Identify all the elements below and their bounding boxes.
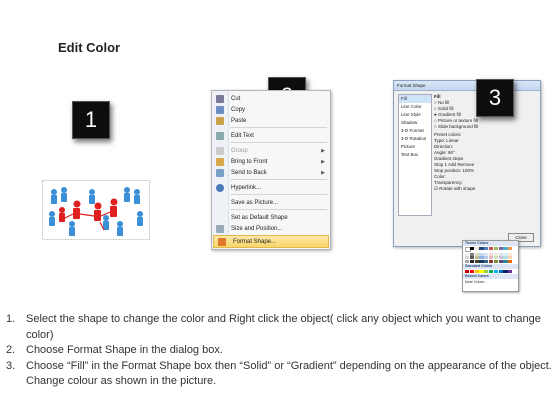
option-label: Slide background fill — [437, 124, 479, 129]
menu-item-label: Copy — [231, 106, 246, 113]
format-shape-icon — [218, 237, 226, 246]
size-position-icon — [216, 224, 224, 233]
option-label: Picture or texture fill — [437, 118, 478, 123]
menu-separator — [230, 142, 327, 143]
field-label: Preset colors: — [434, 132, 462, 137]
instruction-text: Choose “Fill” in the Format Shape box th… — [26, 359, 552, 388]
nav-item-3d-rotation[interactable]: 3-D Rotation — [399, 135, 431, 143]
scissors-icon — [216, 94, 224, 103]
format-shape-dialog: Format Shape Fill Line Color Line Style … — [393, 80, 541, 247]
field-label: Rotate with shape — [439, 186, 476, 191]
paste-icon — [216, 116, 224, 125]
menu-separator — [230, 127, 327, 128]
menu-item-set-as-default-shape[interactable]: Set as Default Shape — [212, 212, 330, 223]
nav-item-fill[interactable]: Fill — [399, 95, 431, 103]
instruction-number: 2. — [6, 344, 16, 356]
remove-stop-button[interactable]: Remove — [457, 162, 474, 167]
step-badge-1: 1 — [72, 101, 110, 139]
menu-item-label: Edit Text — [231, 132, 254, 139]
dialog-title: Format Shape — [394, 81, 540, 91]
instructions-list: 1. Select the shape to change the color … — [6, 312, 554, 390]
instruction-number: 1. — [6, 313, 16, 325]
instruction-text: Select the shape to change the color and… — [26, 313, 541, 341]
menu-separator — [230, 194, 327, 195]
menu-item-cut[interactable]: Cut — [212, 93, 330, 104]
nav-item-text-box[interactable]: Text Box — [399, 151, 431, 159]
type-value: Linear — [446, 138, 459, 143]
field-label: Transparency: — [434, 180, 463, 185]
menu-item-save-as-picture[interactable]: Save as Picture... — [212, 197, 330, 208]
menu-item-label: Send to Back — [231, 169, 267, 176]
bring-to-front-icon — [216, 157, 224, 166]
submenu-arrow-icon: ▶ — [321, 158, 325, 165]
menu-item-format-shape[interactable]: Format Shape... — [213, 235, 329, 248]
menu-separator — [230, 179, 327, 180]
option-label: No fill — [437, 100, 450, 105]
field-label: Stop position: — [434, 168, 462, 173]
page-title: Edit Color — [58, 40, 121, 55]
copy-icon — [216, 105, 224, 114]
theme-colors-grid[interactable] — [463, 246, 518, 264]
people-group-image[interactable] — [42, 180, 150, 240]
menu-item-label: Paste — [231, 117, 247, 124]
field-label: Color: — [434, 174, 447, 179]
menu-item-bring-to-front[interactable]: Bring to Front ▶ — [212, 156, 330, 167]
instruction-item: 3. Choose “Fill” in the Format Shape box… — [6, 359, 554, 390]
nav-item-shadow[interactable]: Shadow — [399, 119, 431, 127]
menu-item-label: Set as Default Shape — [231, 214, 288, 221]
nav-item-3d-format[interactable]: 3-D Format — [399, 127, 431, 135]
nav-item-line-style[interactable]: Line Style — [399, 111, 431, 119]
stop-position-value: 100% — [462, 168, 475, 173]
menu-item-label: Group — [231, 147, 248, 154]
instruction-item: 1. Select the shape to change the color … — [6, 312, 554, 343]
menu-item-label: Bring to Front — [231, 158, 268, 165]
context-menu: Cut Copy Paste Edit Text Group ▶ Bring t… — [211, 90, 331, 250]
instruction-item: 2. Choose Format Shape in the dialog box… — [6, 343, 554, 359]
stop-value: Stop 1 — [434, 162, 448, 167]
instruction-number: 3. — [6, 359, 16, 372]
menu-item-label: Format Shape... — [233, 238, 277, 245]
menu-separator — [230, 209, 327, 210]
field-label: Angle: — [434, 150, 447, 155]
add-stop-button[interactable]: Add — [448, 162, 456, 167]
nav-item-picture[interactable]: Picture — [399, 143, 431, 151]
menu-item-label: Hyperlink... — [231, 184, 262, 191]
edit-text-icon — [216, 131, 224, 140]
nav-item-line-color[interactable]: Line Color — [399, 103, 431, 111]
option-slide-background-fill[interactable]: ○ Slide background fill — [434, 124, 536, 130]
field-label: Direction: — [434, 144, 454, 149]
menu-item-hyperlink[interactable]: Hyperlink... — [212, 182, 330, 193]
menu-item-group[interactable]: Group ▶ — [212, 145, 330, 156]
menu-item-edit-text[interactable]: Edit Text — [212, 130, 330, 141]
menu-item-label: Size and Position... — [231, 225, 283, 232]
color-palette-popup: Theme Colors Standard Colors Recent Colo… — [462, 240, 519, 292]
menu-item-label: Cut — [231, 95, 241, 102]
submenu-arrow-icon: ▶ — [321, 169, 325, 176]
submenu-arrow-icon: ▶ — [321, 147, 325, 154]
field-label: Type: — [434, 138, 446, 143]
menu-item-paste[interactable]: Paste — [212, 115, 330, 126]
menu-item-copy[interactable]: Copy — [212, 104, 330, 115]
instruction-text: Choose Format Shape in the dialog box. — [26, 344, 223, 356]
option-label: Gradient fill — [437, 112, 461, 117]
group-icon — [216, 146, 224, 155]
hyperlink-icon — [216, 183, 224, 192]
option-label: Solid fill — [437, 106, 454, 111]
step-badge-3: 3 — [476, 79, 514, 117]
menu-item-send-to-back[interactable]: Send to Back ▶ — [212, 167, 330, 178]
menu-item-size-and-position[interactable]: Size and Position... — [212, 223, 330, 234]
more-colors-link[interactable]: More Colors... — [463, 279, 518, 285]
dialog-nav: Fill Line Color Line Style Shadow 3-D Fo… — [398, 94, 432, 216]
rotate-with-shape-checkbox[interactable]: ☑ Rotate with shape — [434, 186, 536, 192]
send-to-back-icon — [216, 168, 224, 177]
menu-item-label: Save as Picture... — [231, 199, 279, 206]
angle-value: 90° — [448, 150, 455, 155]
